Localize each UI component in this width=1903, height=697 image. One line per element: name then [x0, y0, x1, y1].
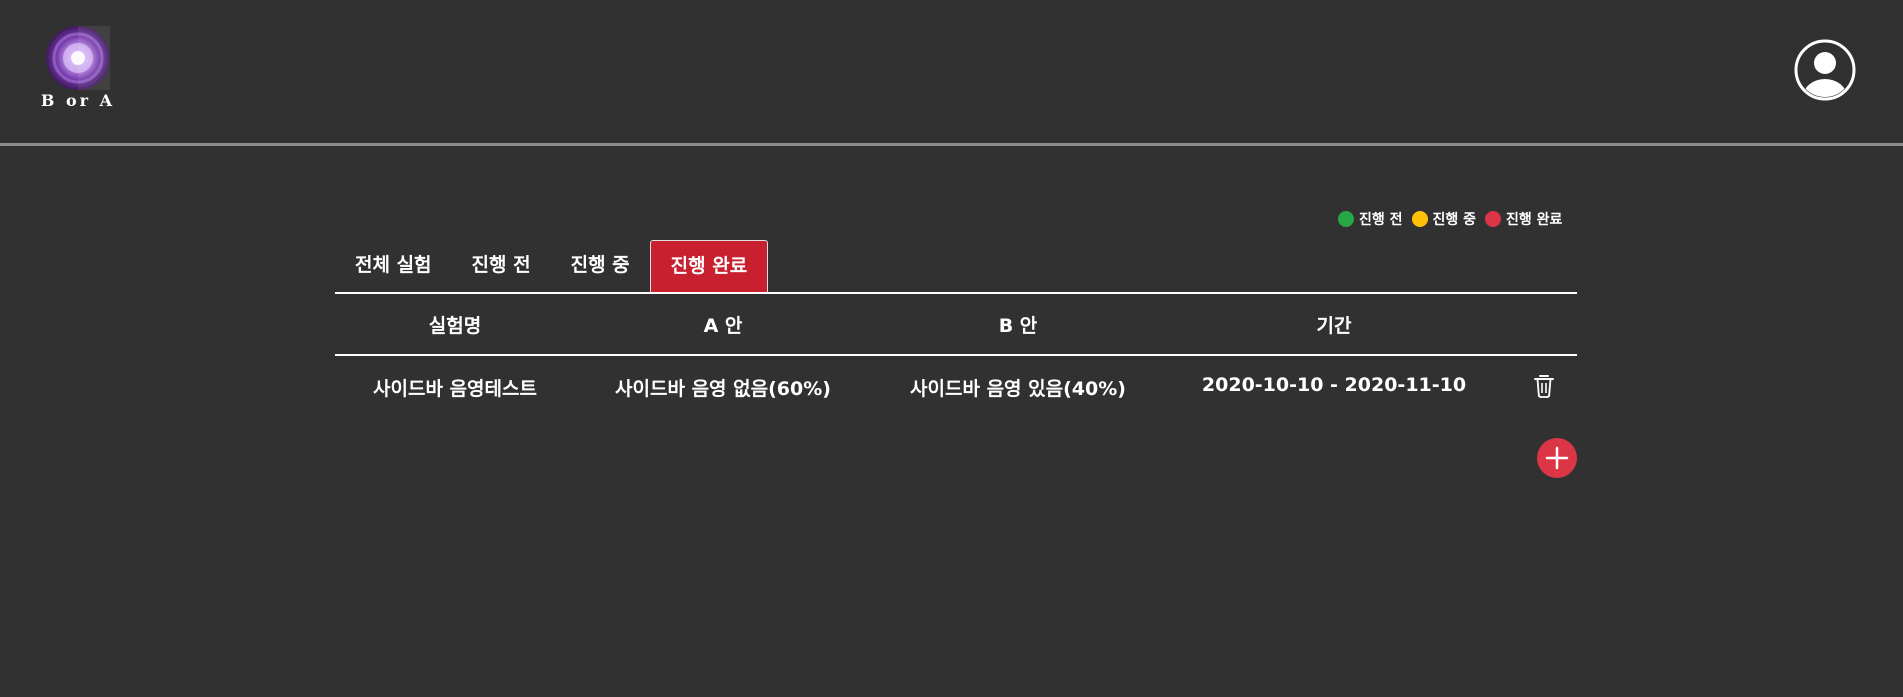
tab-done[interactable]: 진행 완료	[649, 240, 769, 292]
app-header: B or A	[0, 0, 1903, 143]
tab-before[interactable]: 진행 전	[452, 240, 551, 292]
legend-label: 진행 완료	[1506, 212, 1563, 228]
header-period: 기간	[1316, 315, 1352, 337]
header-variant-a: A 안	[703, 315, 743, 337]
legend-item-done: 진행 완료	[1485, 209, 1562, 229]
profile-button[interactable]	[1794, 39, 1856, 101]
header-variant-b: B 안	[998, 315, 1038, 337]
experiment-tabs: 전체 실험 진행 전 진행 중 진행 완료	[335, 240, 769, 292]
tab-all[interactable]: 전체 실험	[335, 240, 452, 292]
cell-variant-a: 사이드바 음영 없음(60%)	[615, 378, 831, 400]
delete-button[interactable]	[1533, 373, 1555, 399]
header-divider	[0, 143, 1903, 146]
trash-icon	[1534, 375, 1554, 398]
status-dot-yellow-icon	[1411, 211, 1428, 227]
cell-experiment-name[interactable]: 사이드바 음영테스트	[335, 374, 575, 401]
table-top-border	[335, 292, 1577, 294]
add-experiment-button[interactable]	[1537, 438, 1577, 478]
app-logo[interactable]: B or A	[38, 22, 118, 112]
cell-period: 2020-10-10 - 2020-11-10	[1201, 374, 1467, 396]
status-dot-red-icon	[1485, 211, 1502, 227]
legend-item-in-progress: 진행 중	[1411, 209, 1477, 229]
legend-label: 진행 중	[1432, 212, 1477, 228]
legend-label: 진행 전	[1359, 212, 1403, 228]
tab-in-progress[interactable]: 진행 중	[551, 240, 650, 292]
header-name: 실험명	[428, 315, 482, 337]
status-legend: 진행 전 진행 중 진행 완료	[1338, 208, 1562, 230]
user-circle-icon	[1794, 39, 1856, 101]
legend-item-before: 진행 전	[1338, 209, 1403, 229]
status-dot-green-icon	[1338, 211, 1354, 227]
plus-icon	[1545, 446, 1569, 470]
table-header-border	[335, 354, 1577, 356]
logo-text: B or A	[40, 91, 116, 110]
cell-variant-b: 사이드바 음영 있음(40%)	[910, 378, 1126, 400]
logo-icon	[46, 26, 110, 90]
